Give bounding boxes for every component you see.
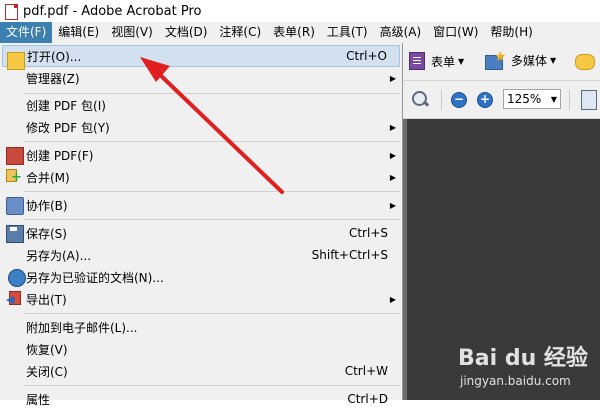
submenu-arrow-icon: ▶ [389,200,396,210]
submenu-arrow-icon: ▶ [389,122,396,132]
menu-item-attach-to-email[interactable]: 附加到电子邮件(L)... [2,316,400,338]
zoom-caret-icon: ▼ [550,94,557,104]
menu-item-modify-pdf-package[interactable]: 修改 PDF 包(Y) ▶ [2,116,400,138]
menu-item-save[interactable]: 保存(S) Ctrl+S [2,222,400,244]
menu-item-label: 修改 PDF 包(Y) [26,120,110,135]
menu-item-shortcut: Ctrl+D [347,392,388,406]
menu-item-organizer[interactable]: 管理器(Z) ▶ [2,67,400,89]
multimedia-icon: ★ [485,49,507,70]
menu-item-label: 打开(O)... [27,49,82,64]
zoom-level-select[interactable]: 125% ▼ [503,89,561,109]
menu-item-properties[interactable]: 属性 Ctrl+D [2,388,400,410]
menu-item-label: 另存为已验证的文档(N)... [26,270,164,285]
zoom-level-value: 125% [507,92,542,106]
file-menu-dropdown: 打开(O)... Ctrl+O 管理器(Z) ▶ 创建 PDF 包(I) 修改 … [0,43,403,407]
zoom-in-icon: + [477,92,493,108]
menu-item-label: 合并(M) [26,170,70,185]
menu-item-export[interactable]: ◀ 导出(T) ▶ [2,288,400,310]
forms-button[interactable]: 表单 ▼ [409,52,464,70]
submenu-arrow-icon: ▶ [389,172,396,182]
zoom-out-button[interactable]: − [451,92,467,108]
window-title: pdf.pdf - Adobe Acrobat Pro [23,3,202,19]
menu-edit[interactable]: 编辑(E) [52,22,105,43]
menu-forms[interactable]: 表单(R) [267,22,321,43]
baidu-jingyan-watermark: Bai du 经验 jingyan.baidu.com [458,340,598,398]
menu-item-shortcut: Ctrl+S [348,226,388,240]
watermark-url: jingyan.baidu.com [460,374,571,388]
menu-window[interactable]: 窗口(W) [427,22,484,43]
fit-page-button[interactable] [581,90,597,110]
menu-item-open[interactable]: 打开(O)... Ctrl+O [2,45,400,70]
submenu-arrow-icon: ▶ [389,150,396,160]
multimedia-button[interactable]: ★ 多媒体 ▼ [485,49,557,70]
fit-page-icon [581,90,597,110]
menu-item-label: 附加到电子邮件(L)... [26,320,138,335]
menu-item-close[interactable]: 关闭(C) Ctrl+W [2,360,400,382]
toolbar-zoom: − + 125% ▼ [403,81,600,119]
merge-icon: + [6,169,22,185]
menu-item-label: 属性 [26,392,51,407]
submenu-arrow-icon: ▶ [389,294,396,304]
forms-label: 表单 [431,54,456,69]
title-bar: pdf.pdf - Adobe Acrobat Pro [0,0,600,22]
menu-item-collaborate[interactable]: 协作(B) ▶ [2,194,400,216]
menu-item-shortcut: Ctrl+O [346,49,387,63]
comment-icon [575,54,595,70]
zoom-out-icon: − [451,92,467,108]
collaborate-icon [6,197,24,215]
menu-item-save-as[interactable]: 另存为(A)... Shift+Ctrl+S [2,244,400,266]
marquee-zoom-icon [411,90,430,108]
create-pdf-icon [6,147,24,165]
forms-icon [409,52,425,70]
menu-item-label: 恢复(V) [26,342,68,357]
menu-view[interactable]: 视图(V) [105,22,159,43]
menu-separator [24,385,400,386]
submenu-arrow-icon: ▶ [389,73,396,83]
menu-item-label: 关闭(C) [26,364,68,379]
marquee-zoom-button[interactable] [411,90,430,108]
multimedia-label: 多媒体 [511,53,548,68]
menu-tools[interactable]: 工具(T) [321,22,374,43]
menu-help[interactable]: 帮助(H) [484,22,538,43]
menu-item-create-pdf-package[interactable]: 创建 PDF 包(I) [2,94,400,116]
comment-button[interactable] [575,54,595,70]
toolbar-divider [569,90,570,110]
menu-separator [24,313,400,314]
save-icon [6,225,24,243]
menu-item-label: 协作(B) [26,198,68,213]
menu-advanced[interactable]: 高级(A) [374,22,428,43]
menu-item-merge[interactable]: + 合并(M) ▶ [2,166,400,188]
menu-separator [24,141,400,142]
menu-item-label: 另存为(A)... [26,248,92,263]
menu-item-label: 创建 PDF(F) [26,148,94,163]
certified-ribbon-icon [8,269,26,287]
menu-item-save-as-certified[interactable]: 另存为已验证的文档(N)... [2,266,400,288]
menu-bar: 文件(F) 编辑(E) 视图(V) 文档(D) 注释(C) 表单(R) 工具(T… [0,22,600,44]
menu-item-revert[interactable]: 恢复(V) [2,338,400,360]
multimedia-caret-icon: ▼ [550,55,557,65]
menu-document[interactable]: 文档(D) [159,22,214,43]
watermark-logo: Bai du 经验 [458,346,588,371]
menu-item-label: 创建 PDF 包(I) [26,98,106,113]
menu-item-shortcut: Ctrl+W [344,364,388,378]
menu-item-shortcut: Shift+Ctrl+S [311,248,388,262]
menu-separator [24,219,400,220]
menu-item-label: 导出(T) [26,292,67,307]
acrobat-pdf-icon [4,3,18,20]
toolbar-divider [441,90,442,110]
menu-file[interactable]: 文件(F) [0,22,53,43]
forms-caret-icon: ▼ [458,56,465,66]
toolbar-tasks: 表单 ▼ ★ 多媒体 ▼ [403,43,600,81]
menu-item-label: 管理器(Z) [26,71,80,86]
menu-separator [24,191,400,192]
menu-item-label: 保存(S) [26,226,67,241]
menu-comments[interactable]: 注释(C) [213,22,267,43]
document-scrollbar[interactable] [403,119,407,400]
zoom-in-button[interactable]: + [477,92,493,108]
export-icon: ◀ [6,291,22,307]
menu-item-create-pdf[interactable]: 创建 PDF(F) ▶ [2,144,400,166]
